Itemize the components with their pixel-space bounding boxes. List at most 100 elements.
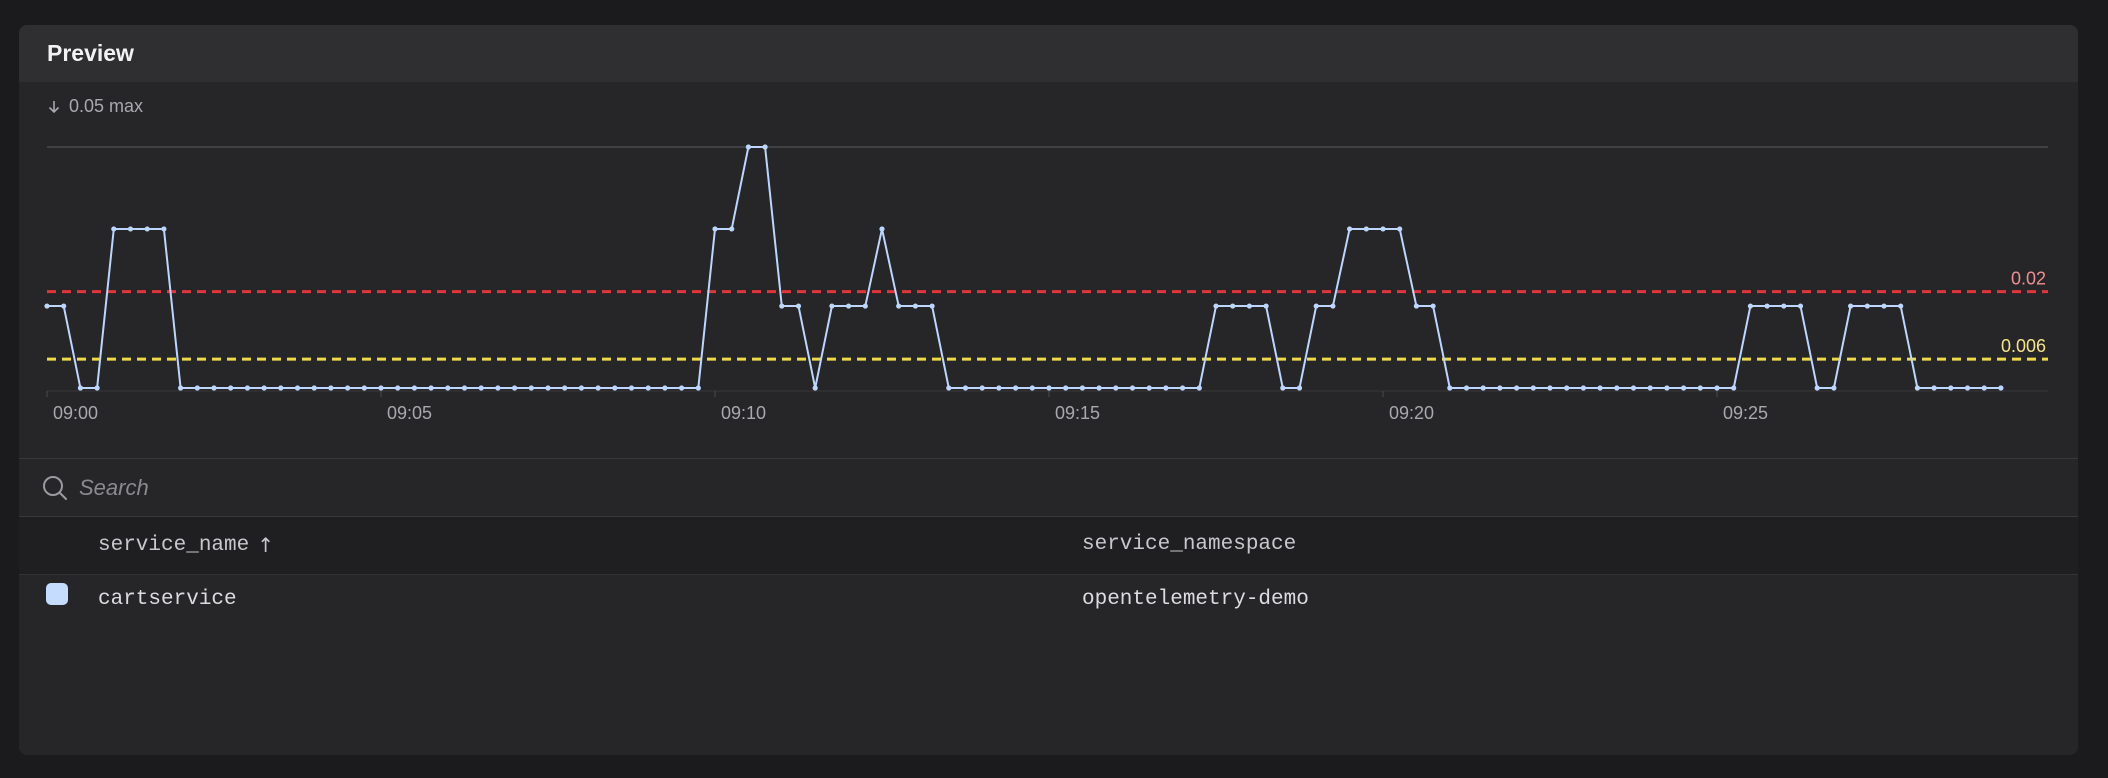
data-point [862, 303, 868, 309]
data-point [762, 144, 768, 150]
data-point [211, 385, 217, 391]
data-point [679, 385, 685, 391]
data-point [946, 385, 952, 391]
cell-service-namespace: opentelemetry-demo [1082, 588, 1309, 611]
data-point [77, 385, 83, 391]
data-point [1213, 303, 1219, 309]
data-point [1146, 385, 1152, 391]
data-point [1998, 385, 2004, 391]
column-header-service-namespace[interactable]: service_namespace [1082, 533, 1296, 556]
data-point [1697, 385, 1703, 391]
data-point [1948, 385, 1954, 391]
data-point [1864, 303, 1870, 309]
data-point [1480, 385, 1486, 391]
data-point [695, 385, 701, 391]
x-tick-label: 09:05 [387, 403, 432, 423]
data-point [1514, 385, 1520, 391]
preview-panel: Preview 0.02 0.006 09:00 09:05 09:10 09:15 09:… [19, 25, 2078, 755]
data-point [1781, 303, 1787, 309]
data-point [879, 226, 885, 232]
data-point [1597, 385, 1603, 391]
y-max-label: 0.05 max [47, 96, 143, 117]
data-point [1564, 385, 1570, 391]
data-point [1263, 303, 1269, 309]
table-row[interactable]: cartservice opentelemetry-demo [19, 575, 2078, 625]
data-point [962, 385, 969, 391]
column-label: service_name [98, 533, 250, 557]
data-point [979, 385, 985, 391]
data-point [1230, 303, 1236, 309]
data-point [1029, 385, 1035, 391]
data-point [1046, 385, 1052, 391]
data-point [712, 226, 718, 232]
data-point [1831, 385, 1837, 391]
data-point [44, 303, 50, 309]
data-point [228, 385, 234, 391]
data-point [512, 385, 518, 391]
data-point [896, 303, 902, 309]
search-input[interactable] [77, 473, 1881, 502]
data-point [1313, 303, 1319, 309]
data-point [1630, 385, 1637, 391]
data-point [1013, 385, 1019, 391]
data-point [528, 385, 534, 391]
data-point [628, 385, 635, 391]
data-point [745, 144, 752, 150]
data-point [1881, 303, 1887, 309]
data-point [361, 385, 367, 391]
x-tick-label: 09:15 [1055, 403, 1100, 423]
data-point [578, 385, 585, 391]
data-point [1246, 303, 1252, 309]
data-point [478, 385, 484, 391]
data-point [1397, 226, 1403, 232]
data-point [1196, 385, 1202, 391]
data-point [996, 385, 1002, 391]
chart-area: 0.02 0.006 09:00 09:05 09:10 09:15 09:20 09:25 … [19, 82, 2078, 459]
data-point [1180, 385, 1186, 391]
data-point [795, 303, 802, 309]
series-line [47, 146, 2001, 389]
data-point [1731, 385, 1737, 391]
data-point [812, 385, 818, 391]
data-point [1430, 303, 1436, 309]
column-header-service-name[interactable]: service_name ↑ [98, 533, 274, 557]
search-icon [43, 475, 67, 500]
data-point [1296, 385, 1303, 391]
column-label: service_namespace [1082, 533, 1297, 556]
data-point [1280, 385, 1286, 391]
data-point [94, 385, 100, 391]
data-point [161, 226, 167, 232]
data-point [912, 303, 919, 309]
data-point [445, 385, 451, 391]
data-point [1981, 385, 1987, 391]
data-point [1330, 303, 1336, 309]
search-bar [19, 459, 2078, 517]
data-point [829, 303, 835, 309]
x-tick-label: 09:00 [53, 403, 98, 423]
data-point [127, 226, 134, 232]
data-point [411, 385, 417, 391]
arrow-down-icon [48, 100, 60, 113]
threshold-label: 0.006 [2001, 336, 2046, 356]
data-point [595, 385, 601, 391]
data-point [1848, 303, 1854, 309]
x-tick-label: 09:25 [1723, 403, 1768, 423]
data-point [1497, 385, 1503, 391]
panel-title: Preview [47, 40, 134, 66]
data-point [1964, 385, 1971, 391]
data-point [378, 385, 384, 391]
line-chart: 0.02 0.006 09:00 09:05 09:10 09:15 09:20 09:25 [44, 144, 2048, 423]
data-point [1580, 385, 1586, 391]
data-point [1530, 385, 1536, 391]
data-point [545, 385, 551, 391]
data-point [1614, 385, 1620, 391]
table-header: service_name ↑ service_namespace [19, 517, 2078, 575]
data-point [612, 385, 618, 391]
data-point [1463, 385, 1470, 391]
data-point [1096, 385, 1102, 391]
data-point [328, 385, 334, 391]
data-point [178, 385, 184, 391]
sort-ascending-icon: ↑ [257, 533, 274, 557]
series-color-swatch[interactable] [46, 583, 68, 605]
data-point [261, 385, 267, 391]
